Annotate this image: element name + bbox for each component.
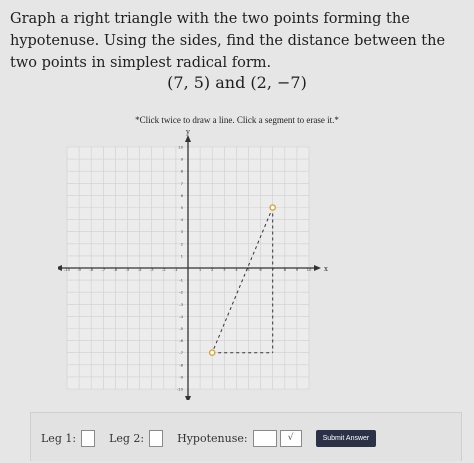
leg1-input[interactable] [81,430,96,447]
x-axis-arrow [314,265,321,271]
tick-label-y: -3 [179,302,183,307]
leg1-label: Leg 1: [41,432,77,445]
x-axis-label: x [324,265,328,273]
hypotenuse-radicand-input[interactable]: √ [279,430,302,447]
tick-label-x: -9 [77,267,81,272]
coordinate-graph[interactable]: xy-10 -9 -8 -7 -6 -5 -4 -3 -2 -1 1 2 3 4 5 6 7 8 9 10109876… [58,130,328,400]
tick-label-x: -8 [89,267,93,272]
tick-label-y: -9 [179,374,183,379]
problem-text: Graph a right triangle with the two poin… [10,11,446,71]
tick-label-x: -7 [101,267,105,272]
submit-answer-button[interactable]: Submit Answer [315,430,377,447]
tick-label-x: -2 [162,267,166,272]
x-axis-arrow [58,265,62,271]
point-b[interactable] [208,349,216,356]
y-axis-arrow [185,396,191,400]
tick-label-x: 10 [307,267,312,272]
leg2-input[interactable] [149,430,164,447]
hypotenuse-coefficient-input[interactable] [252,430,277,447]
points-text: (7, 5) and (2, −7) [167,73,307,92]
tick-label-x: -10 [64,267,71,272]
tick-label-y: -8 [179,362,183,367]
tick-label-y: 10 [178,145,183,150]
tick-label-x: -1 [174,267,178,272]
y-axis-arrow [185,135,191,142]
hypotenuse-label: Hypotenuse: [177,432,248,445]
tick-label-y: -7 [179,350,183,355]
tick-label-y: -2 [179,290,183,295]
tick-label-x: -4 [138,267,142,272]
point-a[interactable] [269,204,276,211]
answer-bar: Leg 1: Leg 2: Hypotenuse: √ Submit Answe… [30,412,462,461]
instruction-text: *Click twice to draw a line. Click a seg… [135,115,339,125]
tick-label-y: -5 [179,326,183,331]
tick-label-x: -6 [114,267,118,272]
y-axis-label: y [185,130,190,136]
tick-label-x: -3 [150,267,154,272]
tick-label-y: -6 [179,338,183,343]
tick-label-y: -4 [179,314,183,319]
tick-label-x: -5 [126,267,130,272]
tick-label-y: -1 [179,278,183,283]
leg2-label: Leg 2: [109,432,145,445]
tick-label-y: -10 [177,387,184,392]
